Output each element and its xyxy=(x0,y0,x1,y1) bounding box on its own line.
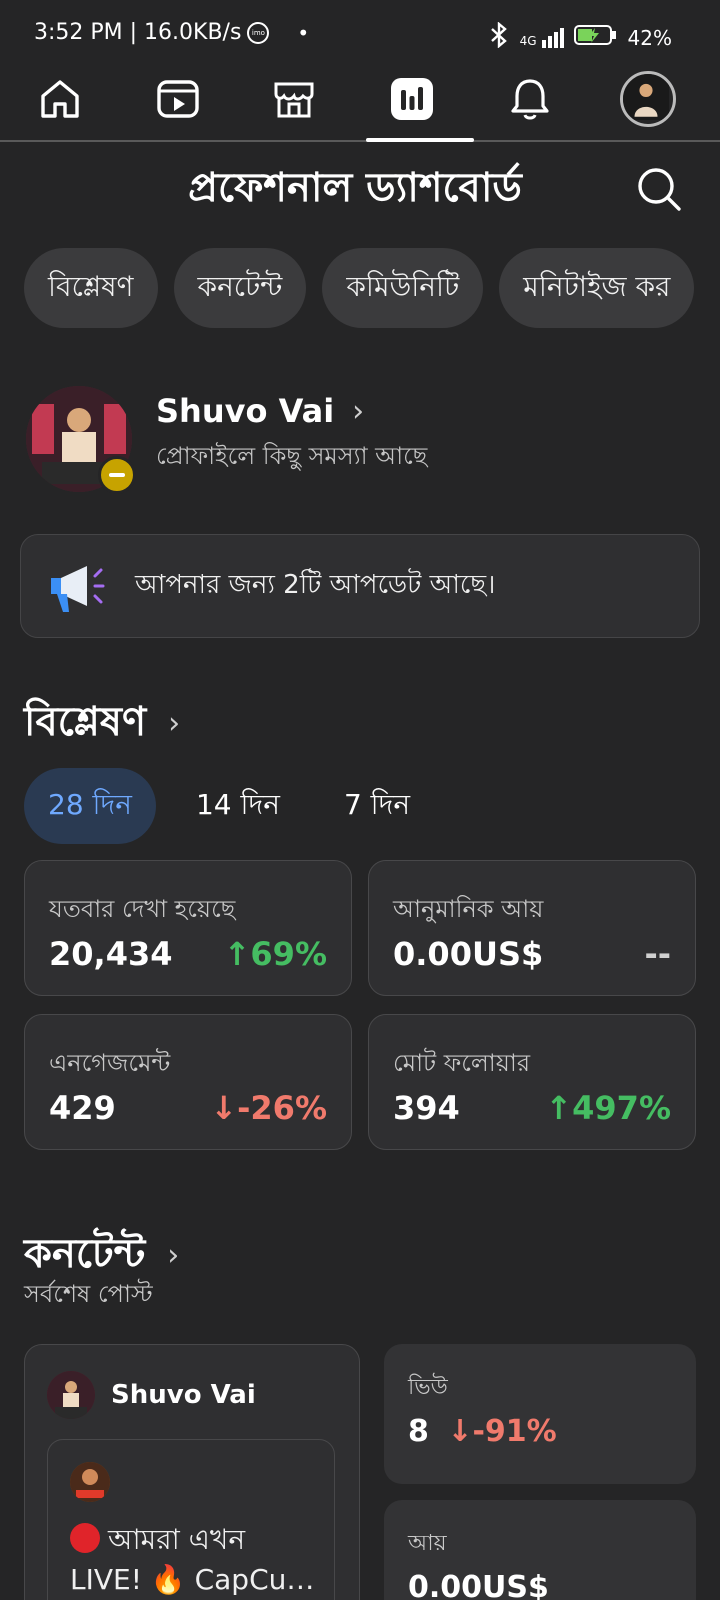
stat-value: 20,434 xyxy=(49,935,173,973)
page-title: প্রফেশনাল ড্যাশবোর্ড xyxy=(188,165,522,211)
nav-professional-dashboard[interactable] xyxy=(374,66,450,132)
avatar xyxy=(620,71,676,127)
profile-status: প্রোফাইলে কিছু সমস্যা আছে xyxy=(156,442,428,470)
imo-icon: imo xyxy=(247,21,270,44)
profile-row[interactable]: Shuvo Vai › প্রোফাইলে কিছু সমস্যা আছে xyxy=(26,386,706,496)
status-left: 3:52 PM | 16.0KB/s imo • xyxy=(34,20,309,45)
profile-name-row: Shuvo Vai › xyxy=(156,392,364,430)
nav-active-indicator xyxy=(366,138,474,142)
avatar xyxy=(70,1462,110,1502)
chevron-right-icon: › xyxy=(352,393,365,429)
range-tab-28-days[interactable]: 28 দিন xyxy=(24,768,156,844)
video-icon xyxy=(157,80,199,118)
post-text: আমরা এখন LIVE! 🔥 CapCu… xyxy=(70,1523,315,1596)
post-text-row: আমরা এখন LIVE! 🔥 CapCu… xyxy=(70,1520,320,1600)
chevron-right-icon: › xyxy=(167,1238,180,1273)
content-subtitle: সর্বশেষ পোস্ট xyxy=(24,1280,153,1308)
stat-label: যতবার দেখা হয়েছে xyxy=(49,895,236,923)
search-icon xyxy=(638,168,681,211)
stat-label: এনগেজমেন্ট xyxy=(49,1049,171,1077)
metric-value: 0.00US$ xyxy=(408,1570,549,1600)
stat-change: ↓-26% xyxy=(210,1089,327,1127)
stat-value: 394 xyxy=(393,1089,460,1127)
stat-card-views[interactable]: যতবার দেখা হয়েছে 20,434 ↑69% xyxy=(24,860,352,996)
analytics-section-header[interactable]: বিশ্লেষণ › xyxy=(24,690,180,757)
post-metric-earnings[interactable]: আয় 0.00US$ xyxy=(384,1500,696,1600)
battery-icon xyxy=(573,24,618,51)
stat-value: 429 xyxy=(49,1089,116,1127)
signal-icon: 4G xyxy=(519,27,564,48)
post-metric-views[interactable]: ভিউ 8 ↓-91% xyxy=(384,1344,696,1484)
chevron-right-icon: › xyxy=(168,706,181,741)
latest-post-card[interactable]: Shuvo Vai আমরা এখন LIVE! 🔥 CapCu… xyxy=(24,1344,360,1600)
status-bar: 3:52 PM | 16.0KB/s imo • 4G 42% xyxy=(0,0,720,66)
chip-content[interactable]: কনটেন্ট xyxy=(173,248,307,328)
shop-icon xyxy=(274,82,314,118)
stat-card-total-followers[interactable]: মোট ফলোয়ার 394 ↑497% xyxy=(368,1014,696,1150)
avatar xyxy=(47,1371,95,1419)
stat-card-estimated-earnings[interactable]: আনুমানিক আয় 0.00US$ -- xyxy=(368,860,696,996)
analytics-title: বিশ্লেষণ xyxy=(24,699,147,745)
profile-warning-badge xyxy=(98,456,136,494)
stat-change: ↑69% xyxy=(223,935,327,973)
status-right: 4G 42% xyxy=(488,21,672,53)
dashboard-chart-icon xyxy=(391,78,433,120)
nav-profile[interactable] xyxy=(610,66,686,132)
megaphone-icon xyxy=(51,566,105,612)
status-time-speed: 3:52 PM | 16.0KB/s xyxy=(34,20,242,45)
notification-dot-icon: • xyxy=(297,20,310,45)
stat-card-engagement[interactable]: এনগেজমেন্ট 429 ↓-26% xyxy=(24,1014,352,1150)
post-author: Shuvo Vai xyxy=(47,1371,256,1419)
profile-name: Shuvo Vai xyxy=(156,392,335,430)
updates-banner-text: আপনার জন্য 2টি আপডেট আছে। xyxy=(135,570,496,600)
metric-value-row: 8 ↓-91% xyxy=(408,1414,557,1449)
bluetooth-icon xyxy=(488,21,510,53)
updates-banner[interactable]: আপনার জন্য 2টি আপডেট আছে। xyxy=(20,534,700,638)
stat-label: আনুমানিক আয় xyxy=(393,895,544,923)
battery-percent: 42% xyxy=(627,25,672,50)
section-chips: বিশ্লেষণ কনটেন্ট কমিউনিটি মনিটাইজ কর xyxy=(24,248,695,328)
chip-community[interactable]: কমিউনিটি xyxy=(322,248,484,328)
search-button[interactable] xyxy=(636,166,682,212)
nav-marketplace[interactable] xyxy=(256,66,332,132)
metric-label: ভিউ xyxy=(408,1375,448,1400)
bell-icon xyxy=(511,79,549,120)
metric-value: 8 xyxy=(408,1414,429,1449)
shared-post-preview[interactable]: আমরা এখন LIVE! 🔥 CapCu… xyxy=(47,1439,335,1600)
stat-value: 0.00US$ xyxy=(393,935,544,973)
home-icon xyxy=(41,80,79,118)
live-red-circle-icon xyxy=(70,1523,100,1553)
chip-analytics[interactable]: বিশ্লেষণ xyxy=(24,248,158,328)
range-tab-14-days[interactable]: 14 দিন xyxy=(172,768,304,844)
metric-change: ↓-91% xyxy=(447,1414,557,1449)
range-tab-7-days[interactable]: 7 দিন xyxy=(320,768,434,844)
metric-label: আয় xyxy=(408,1531,447,1556)
nav-reels[interactable] xyxy=(140,66,216,132)
stat-change: -- xyxy=(644,935,671,973)
nav-home[interactable] xyxy=(22,66,98,132)
nav-notifications[interactable] xyxy=(492,66,568,132)
chip-monetize[interactable]: মনিটাইজ কর xyxy=(499,248,695,328)
range-tabs: 28 দিন 14 দিন 7 দিন xyxy=(24,768,450,844)
network-type: 4G xyxy=(519,33,537,48)
top-navigation xyxy=(0,66,720,142)
stat-label: মোট ফলোয়ার xyxy=(393,1049,531,1077)
post-author-name: Shuvo Vai xyxy=(111,1380,256,1410)
stat-change: ↑497% xyxy=(545,1089,671,1127)
